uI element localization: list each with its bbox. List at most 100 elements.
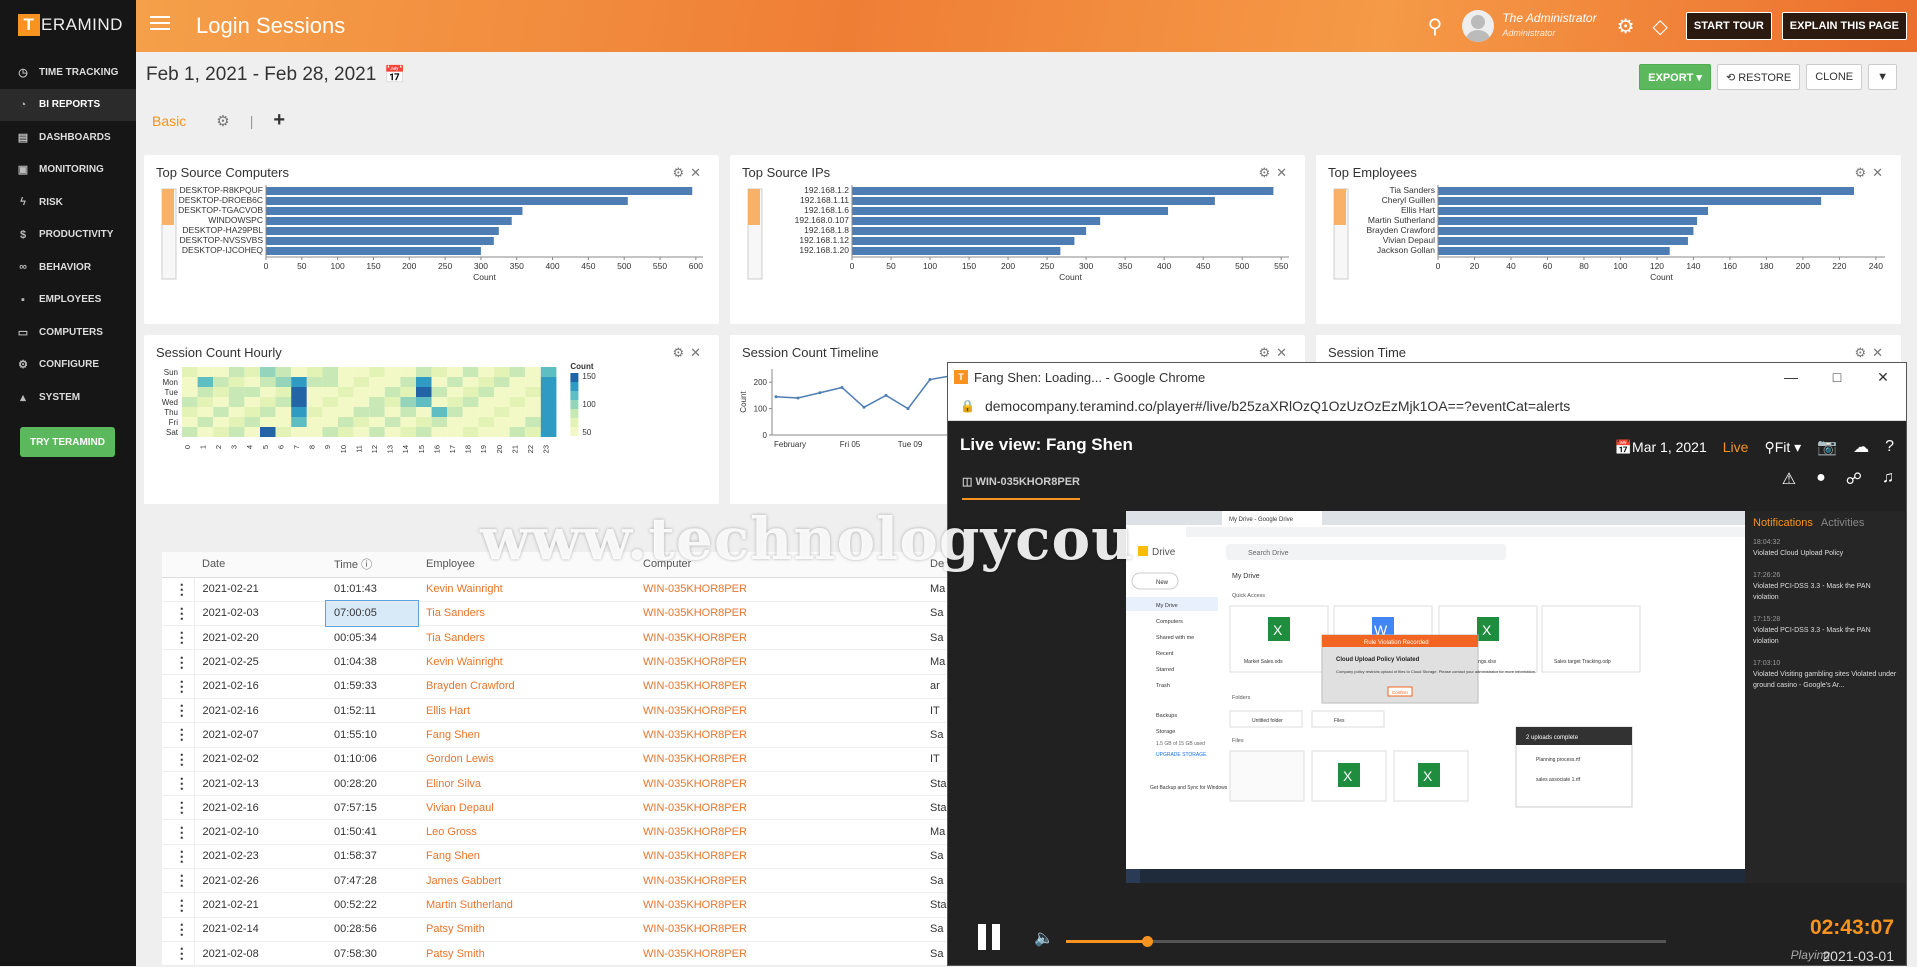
- column-date[interactable]: Date: [194, 552, 326, 578]
- cell-comp[interactable]: WIN-035KHOR8PER: [635, 577, 922, 602]
- sidebar-item-productivity[interactable]: $ PRODUCTIVITY: [0, 219, 136, 252]
- cell-comp[interactable]: WIN-035KHOR8PER: [635, 601, 922, 627]
- filter-icon[interactable]: ▼: [1868, 64, 1897, 90]
- table-row[interactable]: ⋮ 2021-02-16 01:59:33 Brayden Crawford WIN-0…: [162, 674, 1042, 699]
- tab-activities[interactable]: Activities: [1821, 517, 1864, 529]
- notification-item[interactable]: 17:26:26 Violated PCI-DSS 3.3 - Mask the …: [1753, 570, 1897, 603]
- table-row[interactable]: ⋮ 2021-02-20 00:05:34 Tia Sanders WIN-035KHO…: [162, 625, 1042, 651]
- sidebar-item-bi-reports[interactable]: ◔ BI REPORTS: [0, 88, 136, 121]
- cell-emp[interactable]: Gordon Lewis: [418, 747, 635, 772]
- notification-item[interactable]: 17:03:10 Violated Visiting gambling sites…: [1753, 658, 1897, 691]
- search-icon[interactable]: ⚲: [1428, 14, 1443, 39]
- tab-notifications[interactable]: Notifications: [1753, 517, 1813, 529]
- live-toggle[interactable]: Live: [1723, 439, 1749, 455]
- remote-control-icon[interactable]: ☍: [1846, 469, 1862, 489]
- camera-icon[interactable]: 📷: [1817, 437, 1837, 457]
- table-row[interactable]: ⋮ 2021-02-23 01:58:37 Fang Shen WIN-035KHOR8…: [162, 844, 1042, 870]
- sidebar-item-risk[interactable]: ϟ RISK: [0, 186, 136, 219]
- table-row[interactable]: ⋮ 2021-02-02 01:10:06 Gordon Lewis WIN-035KH…: [162, 747, 1042, 772]
- settings-gear-icon[interactable]: ⚙: [1617, 14, 1635, 39]
- cell-comp[interactable]: WIN-035KHOR8PER: [635, 795, 922, 821]
- row-menu-icon[interactable]: ⋮: [162, 844, 195, 870]
- sidebar-item-computers[interactable]: ▭ COMPUTERS: [0, 316, 136, 349]
- row-menu-icon[interactable]: ⋮: [162, 771, 195, 797]
- tab-settings-gear-icon[interactable]: ⚙: [216, 112, 229, 130]
- cell-emp[interactable]: Brayden Crawford: [418, 674, 635, 699]
- teramind-logo[interactable]: T ERAMIND: [0, 0, 136, 50]
- cell-emp[interactable]: Ellis Hart: [418, 698, 635, 724]
- cell-comp[interactable]: WIN-035KHOR8PER: [635, 941, 922, 966]
- table-row[interactable]: ⋮ 2021-02-25 01:04:38 Kevin Wainright WIN-03…: [162, 649, 1042, 675]
- date-range-picker[interactable]: Feb 1, 2021 - Feb 28, 2021 📅: [146, 64, 405, 86]
- cell-emp[interactable]: Leo Gross: [418, 819, 635, 845]
- column-employee[interactable]: Employee: [418, 552, 635, 578]
- cell-emp[interactable]: Patsy Smith: [418, 941, 635, 966]
- lock-screen-icon[interactable]: ●: [1816, 469, 1826, 489]
- table-row[interactable]: ⋮ 2021-02-07 01:55:10 Fang Shen WIN-035KHOR8…: [162, 722, 1042, 748]
- sidebar-item-configure[interactable]: ⚙ CONFIGURE: [0, 349, 136, 382]
- table-row[interactable]: ⋮ 2021-02-21 01:01:43 Kevin Wainright WIN-03…: [162, 577, 1042, 602]
- cell-comp[interactable]: WIN-035KHOR8PER: [635, 917, 922, 942]
- fit-dropdown[interactable]: Fit ▾: [1775, 439, 1801, 456]
- column-computer[interactable]: Computer: [635, 552, 922, 578]
- sidebar-item-dashboards[interactable]: ▤ DASHBOARDS: [0, 121, 136, 154]
- cell-comp[interactable]: WIN-035KHOR8PER: [635, 625, 922, 651]
- sidebar-item-system[interactable]: ▴ SYSTEM: [0, 381, 136, 414]
- notification-item[interactable]: 18:04:32 Violated Cloud Upload Policy: [1753, 537, 1897, 559]
- restore-button[interactable]: ⟲ RESTORE: [1716, 64, 1801, 90]
- sidebar-item-time-tracking[interactable]: ◷ TIME TRACKING: [0, 56, 136, 89]
- calendar-icon[interactable]: 📅: [1615, 439, 1632, 456]
- sidebar-item-behavior[interactable]: ∞ BEHAVIOR: [0, 251, 136, 284]
- table-row[interactable]: ⋮ 2021-02-03 07:00:05 Tia Sanders WIN-035KHO…: [162, 600, 1042, 627]
- cell-emp[interactable]: Patsy Smith: [418, 917, 635, 942]
- cell-emp[interactable]: James Gabbert: [418, 868, 635, 894]
- table-row[interactable]: ⋮ 2021-02-14 00:28:56 Patsy Smith WIN-035KHO…: [162, 917, 1042, 942]
- sidebar-item-employees[interactable]: ▪ EMPLOYEES: [0, 284, 136, 317]
- row-menu-icon[interactable]: ⋮: [162, 892, 195, 918]
- cell-emp[interactable]: Tia Sanders: [418, 625, 635, 651]
- bell-icon[interactable]: ♫: [1882, 469, 1894, 489]
- start-tour-button[interactable]: START TOUR: [1685, 12, 1772, 40]
- maximize-icon[interactable]: □: [1814, 369, 1860, 386]
- cell-comp[interactable]: WIN-035KHOR8PER: [635, 722, 922, 748]
- cell-comp[interactable]: WIN-035KHOR8PER: [635, 698, 922, 724]
- close-window-icon[interactable]: ✕: [1860, 369, 1906, 386]
- cell-comp[interactable]: WIN-035KHOR8PER: [635, 747, 922, 772]
- export-button[interactable]: EXPORT ▾: [1639, 64, 1711, 90]
- close-icon[interactable]: ✕: [1872, 345, 1889, 360]
- zoom-icon[interactable]: ⚲: [1764, 439, 1774, 456]
- row-menu-icon[interactable]: ⋮: [162, 674, 195, 699]
- cell-comp[interactable]: WIN-035KHOR8PER: [635, 649, 922, 675]
- screen-capture[interactable]: My Drive - Google Drive Drive Search Dri…: [1126, 511, 1745, 883]
- row-menu-icon[interactable]: ⋮: [162, 601, 195, 627]
- computer-tab[interactable]: ◫ WIN-035KHOR8PER: [962, 475, 1080, 500]
- column-time[interactable]: Time ⓘ: [326, 552, 418, 578]
- cell-comp[interactable]: WIN-035KHOR8PER: [635, 868, 922, 894]
- user-info[interactable]: The Administrator Administrator: [1502, 11, 1596, 41]
- sidebar-item-monitoring[interactable]: ▣ MONITORING: [0, 154, 136, 187]
- table-row[interactable]: ⋮ 2021-02-26 07:47:28 James Gabbert WIN-035K…: [162, 868, 1042, 894]
- help-icon[interactable]: ⓘ: [361, 559, 372, 571]
- notification-item[interactable]: 17:15:28 Violated PCI-DSS 3.3 - Mask the …: [1753, 614, 1897, 647]
- row-menu-icon[interactable]: ⋮: [162, 819, 195, 845]
- cell-comp[interactable]: WIN-035KHOR8PER: [635, 819, 922, 845]
- calendar-icon[interactable]: 📅: [384, 65, 405, 85]
- cloud-download-icon[interactable]: ☁: [1853, 437, 1869, 457]
- help-circle-icon[interactable]: ?: [1885, 438, 1894, 456]
- row-menu-icon[interactable]: ⋮: [162, 868, 195, 894]
- hamburger-menu-icon[interactable]: [150, 16, 170, 34]
- add-tab-plus-icon[interactable]: +: [273, 109, 285, 132]
- row-menu-icon[interactable]: ⋮: [162, 917, 195, 942]
- cell-comp[interactable]: WIN-035KHOR8PER: [635, 844, 922, 870]
- row-menu-icon[interactable]: ⋮: [162, 577, 195, 602]
- cell-comp[interactable]: WIN-035KHOR8PER: [635, 892, 922, 918]
- table-row[interactable]: ⋮ 2021-02-16 01:52:11 Ellis Hart WIN-035KHOR…: [162, 698, 1042, 724]
- row-menu-icon[interactable]: ⋮: [162, 747, 195, 772]
- volume-muted-icon[interactable]: 🔈: [1034, 928, 1054, 948]
- warning-icon[interactable]: ⚠: [1782, 469, 1796, 489]
- try-teramind-button[interactable]: TRY TERAMIND: [20, 427, 115, 457]
- alert-diamond-icon[interactable]: ◇: [1653, 14, 1668, 39]
- cell-emp[interactable]: Fang Shen: [418, 722, 635, 748]
- pause-button[interactable]: [978, 924, 1006, 953]
- cell-emp[interactable]: Fang Shen: [418, 844, 635, 870]
